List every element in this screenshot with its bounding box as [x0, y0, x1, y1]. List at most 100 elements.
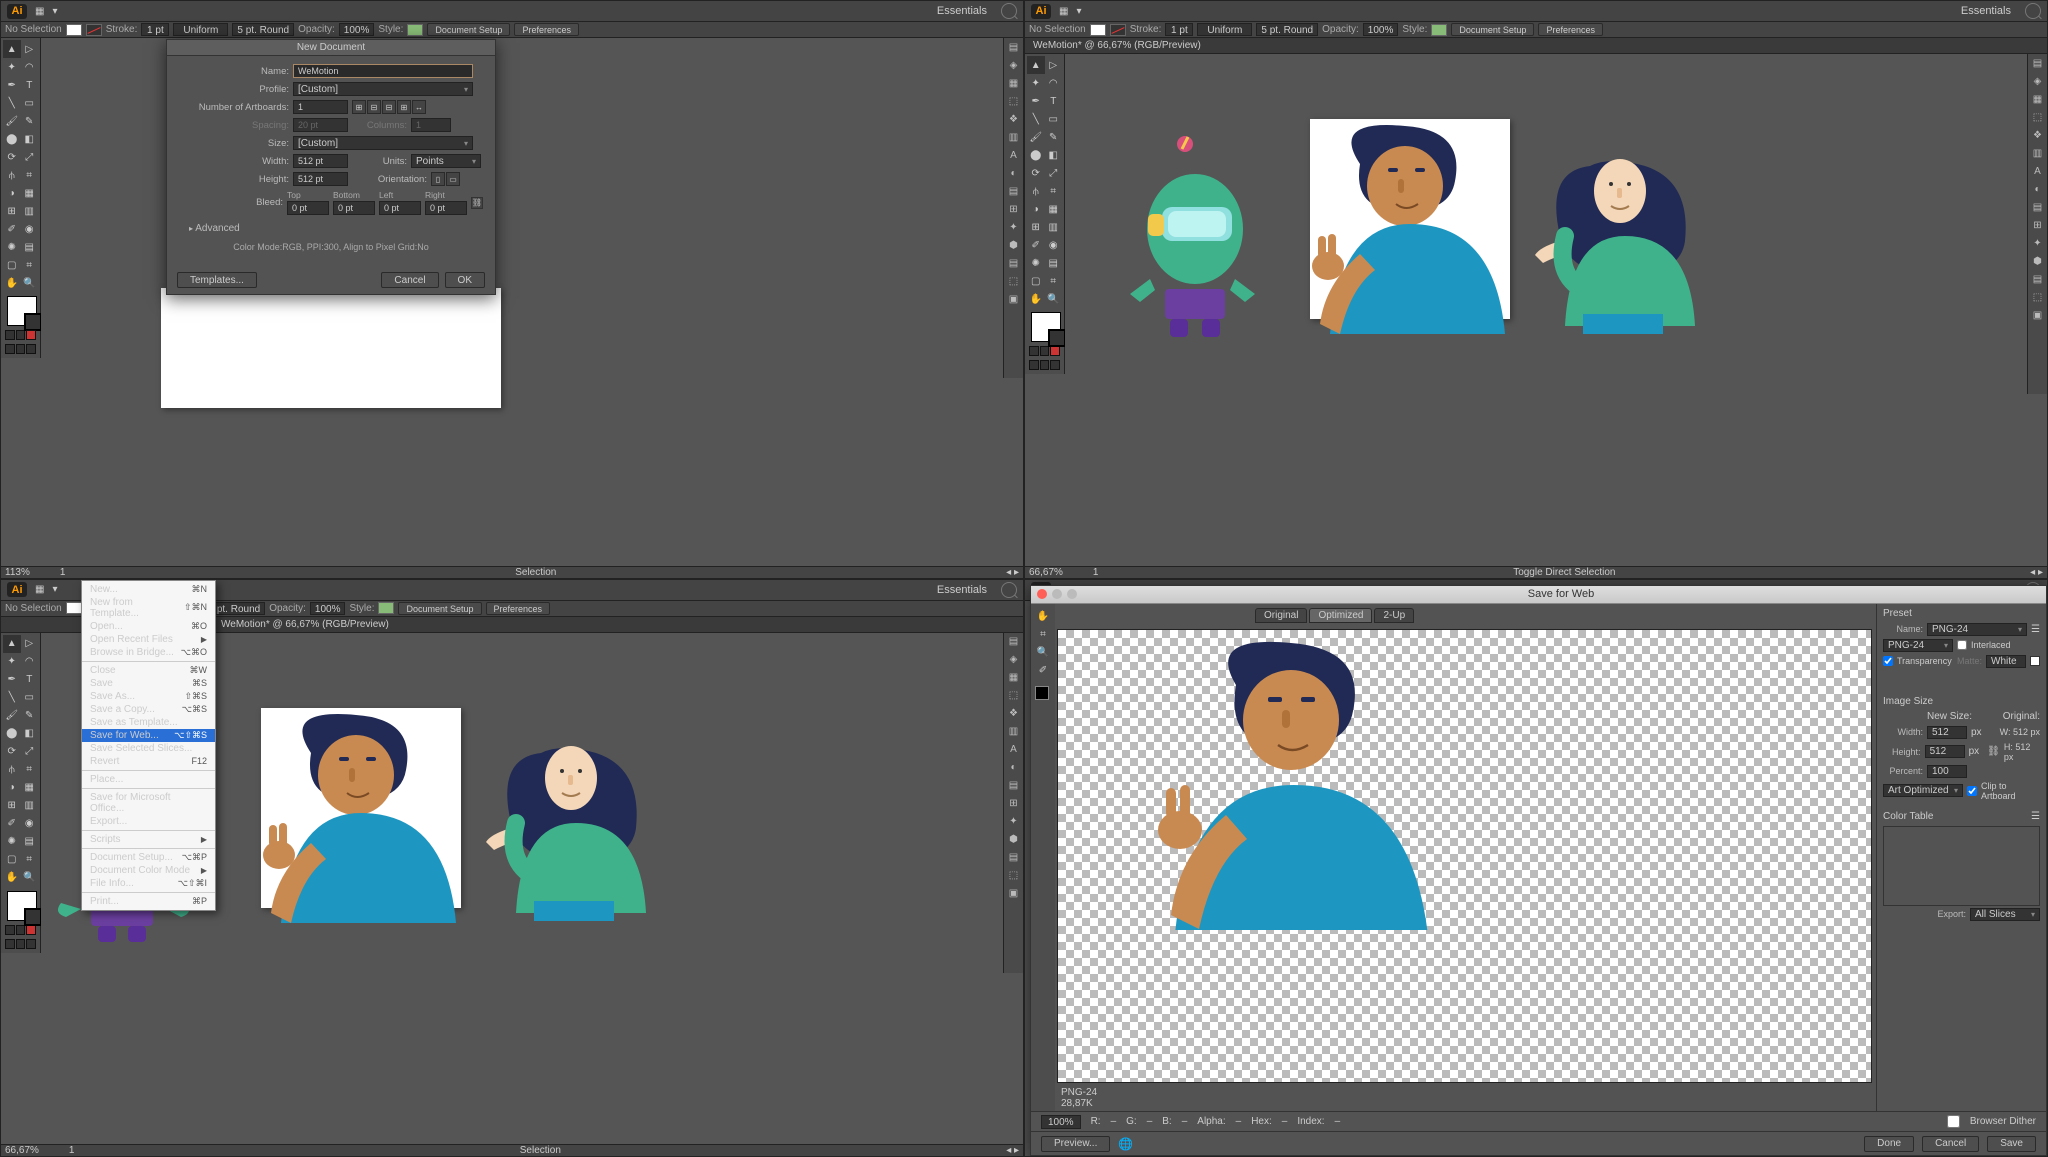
magic-wand-tool[interactable]: ✦	[3, 58, 21, 76]
format-select[interactable]: PNG-24	[1883, 639, 1953, 652]
blend-tool[interactable]: ◉	[21, 220, 39, 238]
panel-icon[interactable]: ✦	[1004, 218, 1023, 236]
selection-tool[interactable]: ▲	[3, 40, 21, 58]
preview-area[interactable]	[1057, 629, 1872, 1084]
workspace-switcher[interactable]: Essentials	[937, 584, 987, 596]
hand-tool[interactable]: ✋	[1031, 608, 1055, 626]
preset-menu-icon[interactable]: ☰	[2031, 624, 2040, 635]
menu-item[interactable]: Save Selected Slices...	[82, 742, 215, 755]
menu-item[interactable]: Save for Microsoft Office...	[82, 791, 215, 815]
workspace-switcher[interactable]: Essentials	[937, 5, 987, 17]
lasso-tool[interactable]: ◠	[21, 58, 39, 76]
bleed-link-icon[interactable]: ⛓	[471, 197, 483, 209]
graph-tool[interactable]: ▤	[21, 238, 39, 256]
perspective-tool[interactable]: ▦	[21, 184, 39, 202]
shape-builder-tool[interactable]: ◑	[3, 184, 21, 202]
zoom-field[interactable]: 66,67%	[5, 1145, 39, 1156]
menu-item[interactable]: Browse in Bridge...⌥⌘O	[82, 646, 215, 659]
document-tab[interactable]: WeMotion* @ 66,67% (RGB/Preview)	[1025, 38, 2047, 54]
menu-icon[interactable]: ▦	[1059, 6, 1068, 17]
preferences-button[interactable]: Preferences	[514, 23, 579, 36]
preview-tab[interactable]: Optimized	[1309, 608, 1372, 623]
preview-button[interactable]: Preview...	[1041, 1136, 1110, 1152]
templates-button[interactable]: Templates...	[177, 272, 257, 288]
menu-item[interactable]: Save a Copy...⌥⌘S	[82, 703, 215, 716]
panel-icon[interactable]: ▦	[1004, 74, 1023, 92]
line-tool[interactable]: ╲	[3, 94, 21, 112]
fill-swatch[interactable]	[1090, 24, 1106, 36]
menu-item[interactable]: Place...	[82, 773, 215, 786]
document-setup-button[interactable]: Document Setup	[427, 23, 510, 36]
stroke-swatch[interactable]	[1110, 24, 1126, 36]
pencil-tool[interactable]: ✎	[21, 112, 39, 130]
menu-item[interactable]: Save As...⇧⌘S	[82, 690, 215, 703]
pen-tool[interactable]: ✒	[3, 76, 21, 94]
document-setup-button[interactable]: Document Setup	[1451, 23, 1534, 36]
menu-item[interactable]: New...⌘N	[82, 583, 215, 596]
menu-item[interactable]: New from Template...⇧⌘N	[82, 596, 215, 620]
cancel-button[interactable]: Cancel	[1922, 1136, 1979, 1152]
brush-def[interactable]: 5 pt. Round	[1256, 23, 1318, 36]
done-button[interactable]: Done	[1864, 1136, 1914, 1152]
panel-icon[interactable]: ⬚	[1004, 272, 1023, 290]
rotate-tool[interactable]: ⟳	[3, 148, 21, 166]
bleed-right-input[interactable]	[425, 201, 467, 215]
menu-item[interactable]: Save for Web...⌥⇧⌘S	[82, 729, 215, 742]
height-input[interactable]: 512	[1925, 745, 1965, 758]
panel-icon[interactable]: ▥	[1004, 128, 1023, 146]
direct-selection-tool[interactable]: ▷	[21, 40, 39, 58]
panel-icon[interactable]: ◈	[1004, 56, 1023, 74]
artboard[interactable]	[161, 288, 501, 408]
file-menu[interactable]: New...⌘NNew from Template...⇧⌘NOpen...⌘O…	[81, 580, 216, 911]
menu-item[interactable]: Scripts▶	[82, 833, 215, 846]
stroke-weight[interactable]: 1 pt	[141, 23, 169, 36]
eyedropper-tool[interactable]: ✐	[3, 220, 21, 238]
quality-select[interactable]: Art Optimized	[1883, 784, 1963, 797]
zoom-tool[interactable]: 🔍	[21, 274, 39, 292]
panel-icon[interactable]: ❖	[1004, 110, 1023, 128]
fill-stroke-indicator[interactable]	[7, 296, 37, 326]
panel-icon[interactable]: ⊞	[1004, 200, 1023, 218]
color-table-menu-icon[interactable]: ☰	[2031, 811, 2040, 822]
artboard-tool[interactable]: ▢	[3, 256, 21, 274]
workspace-switcher[interactable]: Essentials	[1961, 5, 2011, 17]
zoom-field[interactable]: 66,67%	[1029, 567, 1063, 578]
blob-tool[interactable]: ⬤	[3, 130, 21, 148]
zoom-field[interactable]: 113%	[5, 567, 30, 578]
scale-tool[interactable]: ⤢	[21, 148, 39, 166]
panel-dock[interactable]: ▤◈▦⬚❖▥A◐ ▤⊞✦⬢▤⬚▣	[1003, 633, 1023, 973]
artboard-layout-buttons[interactable]: ⊞⊟⊟⊞↔	[352, 100, 426, 114]
save-button[interactable]: Save	[1987, 1136, 2036, 1152]
menu-item[interactable]: Export...	[82, 815, 215, 828]
mesh-tool[interactable]: ⊞	[3, 202, 21, 220]
gradient-tool[interactable]: ▥	[21, 202, 39, 220]
close-traffic-light[interactable]	[1037, 589, 1047, 599]
menu-item[interactable]: Document Setup...⌥⌘P	[82, 851, 215, 864]
stroke-weight[interactable]: 1 pt	[1165, 23, 1193, 36]
menu-item[interactable]: File Info...⌥⇧⌘I	[82, 877, 215, 890]
panel-dock[interactable]: ▤◈ ▦⬚ ❖▥ A◐ ▤⊞ ✦⬢ ▤⬚ ▣	[1003, 38, 1023, 378]
menu-icon[interactable]: ▦	[35, 6, 44, 17]
preview-tab[interactable]: Original	[1255, 608, 1307, 623]
panel-icon[interactable]: ▤	[1004, 254, 1023, 272]
zoom-select[interactable]: 100%	[1041, 1115, 1081, 1129]
menu-item[interactable]: Print...⌘P	[82, 895, 215, 908]
search-icon[interactable]	[1001, 3, 1017, 19]
search-icon[interactable]	[2025, 3, 2041, 19]
document-name-input[interactable]	[293, 64, 473, 78]
canvas[interactable]	[1065, 54, 2027, 562]
style-swatch[interactable]	[1431, 24, 1447, 36]
width-input[interactable]: 512	[1927, 726, 1967, 739]
free-transform-tool[interactable]: ⌗	[21, 166, 39, 184]
cancel-button[interactable]: Cancel	[381, 272, 438, 288]
artboards-input[interactable]	[293, 100, 348, 114]
stroke-profile[interactable]: Uniform	[1197, 23, 1252, 36]
menu-icon2[interactable]: ▾	[1076, 6, 1081, 17]
height-input[interactable]	[293, 172, 348, 186]
menu-item[interactable]: Save⌘S	[82, 677, 215, 690]
preset-name-select[interactable]: PNG-24	[1927, 623, 2027, 636]
brush-def[interactable]: 5 pt. Round	[232, 23, 294, 36]
width-tool[interactable]: ⫛	[3, 166, 21, 184]
panel-icon[interactable]: ⬚	[1004, 92, 1023, 110]
panel-icon[interactable]: ⬢	[1004, 236, 1023, 254]
